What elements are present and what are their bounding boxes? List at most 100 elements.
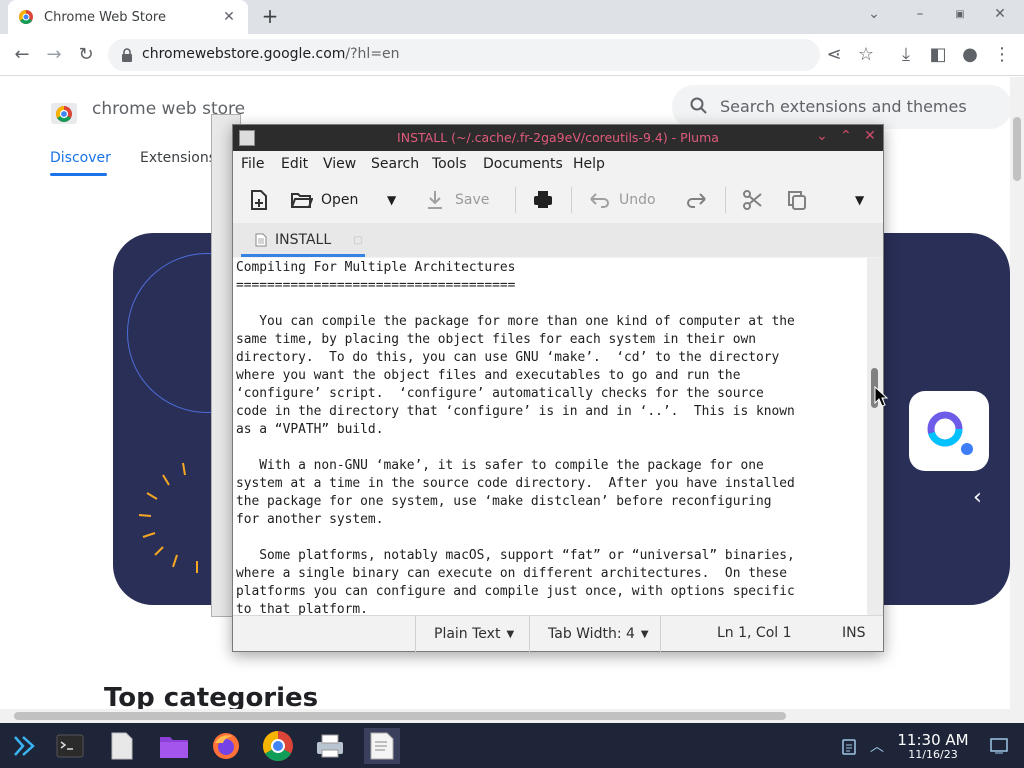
toolbar-separator bbox=[515, 187, 516, 213]
page-vertical-scrollbar[interactable] bbox=[1010, 77, 1024, 709]
chevron-down-icon[interactable]: ⌄ bbox=[864, 6, 884, 22]
copy-button[interactable] bbox=[785, 187, 809, 213]
language-selector[interactable]: Plain Text ▼ bbox=[415, 616, 529, 652]
pluma-window: INSTALL (~/.cache/.fr-2ga9eV/coreutils-9… bbox=[232, 124, 884, 652]
menu-documents[interactable]: Documents bbox=[483, 156, 563, 172]
printer-icon bbox=[534, 191, 552, 208]
chrome-web-store-favicon bbox=[19, 10, 33, 24]
tab-close-icon[interactable]: ✕ bbox=[220, 9, 238, 25]
new-document-button[interactable] bbox=[247, 187, 271, 213]
chrome-icon[interactable] bbox=[260, 728, 296, 764]
document-content[interactable]: Compiling For Multiple Architectures ===… bbox=[236, 259, 795, 615]
minimize-icon[interactable]: ⌄ bbox=[813, 128, 831, 144]
forward-icon[interactable]: → bbox=[42, 43, 66, 67]
show-desktop-icon[interactable] bbox=[984, 728, 1014, 764]
menu-help[interactable]: Help bbox=[573, 156, 605, 172]
maximize-icon[interactable]: ▣ bbox=[950, 9, 970, 20]
status-bar: Plain Text ▼ Tab Width: 4 ▼ Ln 1, Col 1 IN… bbox=[233, 615, 883, 652]
new-tab-button[interactable]: + bbox=[258, 5, 282, 29]
clock-date: 11/16/23 bbox=[908, 748, 958, 761]
pluma-toolbar: Open ▼ Save Undo ▼ bbox=[233, 177, 883, 223]
text-file-icon bbox=[255, 233, 267, 247]
browser-toolbar: ← → ↻ chromewebstore.google.com/?hl=en ⋖… bbox=[0, 34, 1024, 76]
search-icon bbox=[690, 97, 707, 114]
tray-expand-icon[interactable]: ︿ bbox=[862, 728, 892, 764]
open-recent-dropdown-icon[interactable]: ▼ bbox=[387, 187, 396, 213]
page-scroll-thumb[interactable] bbox=[1013, 117, 1021, 181]
tab-strip: Chrome Web Store ✕ + ⌄ – ▣ ✕ bbox=[0, 0, 1024, 34]
open-label: Open bbox=[321, 192, 359, 208]
side-panel-icon[interactable]: ◧ bbox=[926, 43, 950, 67]
document-tabs: INSTALL ▢ bbox=[233, 223, 883, 257]
tab-width-selector[interactable]: Tab Width: 4 ▼ bbox=[529, 616, 661, 652]
cursor-position: Ln 1, Col 1 bbox=[717, 625, 792, 641]
minimize-icon[interactable]: – bbox=[910, 6, 930, 22]
page-horizontal-scrollbar[interactable] bbox=[0, 709, 1024, 723]
tab-width-label: Tab Width: 4 bbox=[548, 626, 635, 642]
address-bar[interactable]: chromewebstore.google.com/?hl=en bbox=[108, 39, 820, 71]
page-hscroll-thumb[interactable] bbox=[14, 712, 786, 720]
clipboard-icon[interactable] bbox=[834, 728, 864, 764]
editor-scrollbar[interactable] bbox=[867, 258, 883, 615]
taskbar: ︿ 11:30 AM 11/16/23 bbox=[0, 723, 1024, 768]
undo-icon bbox=[590, 193, 609, 208]
redo-button[interactable] bbox=[685, 187, 709, 213]
menu-icon[interactable]: ⋮ bbox=[990, 43, 1014, 67]
open-folder-icon bbox=[291, 193, 313, 208]
menu-search[interactable]: Search bbox=[371, 156, 419, 172]
undo-button[interactable]: Undo bbox=[587, 187, 656, 213]
menu-bar: File Edit View Search Tools Documents He… bbox=[233, 151, 883, 177]
save-button[interactable]: Save bbox=[423, 187, 489, 213]
browser-tab[interactable]: Chrome Web Store ✕ bbox=[8, 0, 248, 34]
maximize-icon[interactable]: ⌃ bbox=[837, 128, 855, 144]
redo-icon bbox=[687, 193, 706, 208]
menu-edit[interactable]: Edit bbox=[281, 156, 308, 172]
text-editor[interactable]: Compiling For Multiple Architectures ===… bbox=[233, 258, 867, 615]
pluma-titlebar[interactable]: INSTALL (~/.cache/.fr-2ga9eV/coreutils-9… bbox=[233, 125, 883, 151]
toolbar-overflow-icon[interactable]: ▼ bbox=[855, 187, 864, 213]
share-icon[interactable]: ⋖ bbox=[822, 43, 846, 67]
copy-icon bbox=[788, 191, 806, 210]
download-icon[interactable]: ⤓ bbox=[894, 43, 918, 67]
tab-discover-indicator bbox=[50, 173, 107, 176]
close-icon[interactable]: ✕ bbox=[861, 128, 879, 144]
extension-search-input[interactable]: Search extensions and themes bbox=[672, 85, 1010, 129]
menu-tools[interactable]: Tools bbox=[432, 156, 467, 172]
print-button[interactable] bbox=[531, 187, 555, 213]
tab-close-icon[interactable]: ▢ bbox=[353, 235, 362, 246]
document-tab-label: INSTALL bbox=[275, 232, 332, 248]
language-label: Plain Text bbox=[434, 626, 501, 642]
back-icon[interactable]: ← bbox=[10, 43, 34, 67]
window-close-icon[interactable]: ✕ bbox=[990, 6, 1010, 22]
tab-extensions[interactable]: Extensions bbox=[140, 150, 216, 166]
document-tab-install[interactable]: INSTALL ▢ bbox=[241, 223, 365, 257]
reload-icon[interactable]: ↻ bbox=[74, 43, 98, 67]
profile-icon[interactable]: ● bbox=[958, 43, 982, 67]
firefox-icon[interactable] bbox=[208, 728, 244, 764]
chevron-down-icon: ▼ bbox=[506, 628, 515, 640]
chrome-web-store-logo bbox=[51, 103, 77, 124]
printer-icon[interactable] bbox=[312, 728, 348, 764]
clock-time: 11:30 AM bbox=[897, 731, 969, 749]
menu-view[interactable]: View bbox=[323, 156, 356, 172]
app-logo-icon bbox=[927, 411, 973, 455]
carousel-prev-icon[interactable]: ‹ bbox=[973, 485, 982, 510]
cut-button[interactable] bbox=[741, 187, 765, 213]
menu-file[interactable]: File bbox=[241, 156, 264, 172]
mouse-cursor-icon bbox=[874, 386, 888, 407]
open-button[interactable]: Open bbox=[289, 187, 358, 213]
clock[interactable]: 11:30 AM 11/16/23 bbox=[890, 731, 976, 761]
scissors-icon bbox=[743, 190, 762, 210]
star-icon[interactable]: ☆ bbox=[854, 43, 878, 67]
window-title: INSTALL (~/.cache/.fr-2ga9eV/coreutils-9… bbox=[397, 130, 719, 145]
folder-icon[interactable] bbox=[156, 728, 192, 764]
launcher-icon[interactable] bbox=[6, 728, 42, 764]
terminal-icon[interactable] bbox=[52, 728, 88, 764]
tab-discover[interactable]: Discover bbox=[50, 150, 111, 166]
url-text: chromewebstore.google.com/?hl=en bbox=[142, 46, 400, 62]
search-placeholder: Search extensions and themes bbox=[720, 97, 967, 116]
save-icon bbox=[428, 191, 442, 209]
text-file-icon[interactable] bbox=[104, 728, 140, 764]
featured-app-icon[interactable] bbox=[909, 391, 989, 471]
pluma-icon[interactable] bbox=[364, 728, 400, 764]
